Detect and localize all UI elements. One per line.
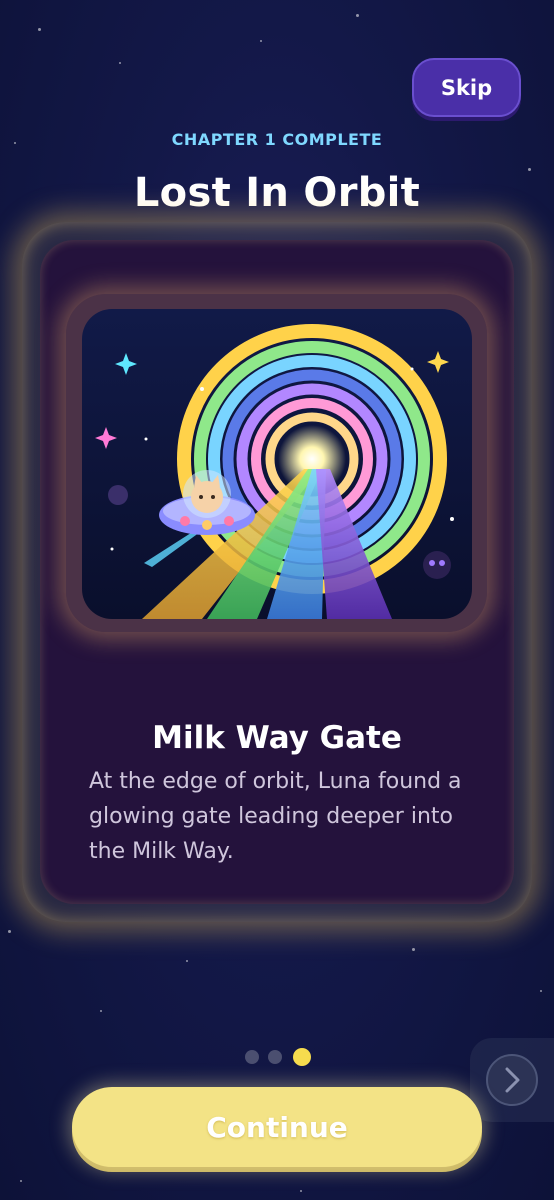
star (8, 930, 11, 933)
next-button[interactable] (486, 1054, 538, 1106)
star (119, 62, 121, 64)
skip-button[interactable]: Skip (412, 58, 521, 117)
star (300, 1190, 302, 1192)
chapter-label: CHAPTER 1 COMPLETE (171, 130, 383, 149)
page-dot-active (293, 1048, 311, 1066)
star (186, 960, 188, 962)
star (38, 28, 41, 31)
card-title: Milk Way Gate (152, 720, 402, 756)
continue-button[interactable]: Continue (72, 1087, 482, 1167)
star (100, 1010, 102, 1012)
star (260, 40, 262, 42)
milky-way-gate-illustration (82, 309, 472, 619)
star (20, 1180, 22, 1182)
page-title: Lost In Orbit (133, 170, 421, 216)
page-dot (245, 1050, 259, 1064)
star (540, 990, 542, 992)
card-description: At the edge of orbit, Luna found a glowi… (89, 769, 462, 864)
page-dot (268, 1050, 282, 1064)
chevron-right-icon (505, 1067, 520, 1093)
star (412, 948, 415, 951)
story-illustration (82, 309, 472, 619)
star (356, 14, 359, 17)
